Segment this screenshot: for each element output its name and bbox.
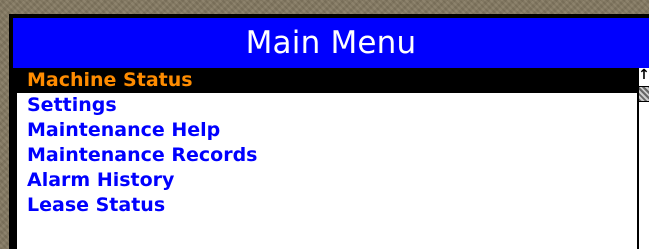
vertical-scrollbar[interactable]: ↑ — [637, 68, 649, 249]
menu-item-alarm-history[interactable]: Alarm History — [17, 168, 639, 193]
menu-item-settings[interactable]: Settings — [17, 93, 639, 118]
menu-item-maintenance-help[interactable]: Maintenance Help — [17, 118, 639, 143]
scroll-thumb[interactable] — [639, 86, 649, 102]
main-menu-window: Main Menu Machine Status Settings Mainte… — [9, 14, 649, 249]
menu-item-lease-status[interactable]: Lease Status — [17, 193, 639, 218]
menu-item-maintenance-records[interactable]: Maintenance Records — [17, 143, 639, 168]
window-title: Main Menu — [13, 18, 649, 68]
menu-item-machine-status[interactable]: Machine Status — [17, 68, 639, 93]
arrow-up-icon[interactable]: ↑ — [638, 68, 649, 88]
menu-list: Machine Status Settings Maintenance Help… — [17, 68, 639, 249]
